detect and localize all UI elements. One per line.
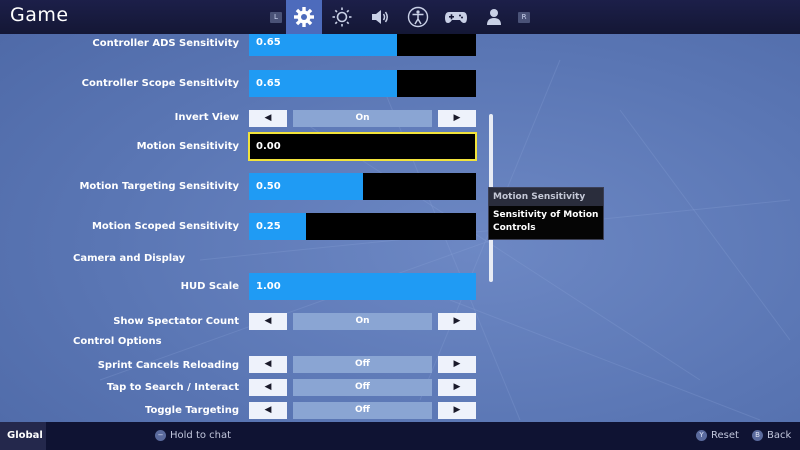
control-options-heading: Control Options	[73, 336, 162, 347]
y-button-icon: Y	[696, 429, 707, 441]
back-label: Back	[767, 430, 792, 441]
person-icon	[487, 9, 501, 25]
slider-value: 0.25	[256, 221, 281, 232]
motion-scoped-label: Motion Scoped Sensitivity	[91, 221, 239, 232]
tab-game-settings[interactable]	[286, 0, 322, 34]
tab-accessibility[interactable]	[400, 0, 436, 34]
chat-button-icon: −	[155, 429, 166, 441]
motion-sensitivity-label: Motion Sensitivity	[136, 141, 239, 152]
hud-scale-label: HUD Scale	[180, 281, 239, 292]
hud-scale-slider[interactable]: 1.00	[249, 273, 476, 300]
gear-icon	[294, 7, 314, 27]
left-bumper-hint: L	[270, 12, 282, 23]
spectator-count-next-button[interactable]: ▶	[438, 313, 476, 330]
sprint-cancels-toggle: ◀ Off ▶	[249, 356, 476, 373]
sprint-cancels-prev-button[interactable]: ◀	[249, 356, 287, 373]
settings-list: Controller ADS Sensitivity 0.65 Controll…	[0, 34, 800, 420]
hold-to-chat-hint[interactable]: − Hold to chat	[155, 422, 231, 450]
tab-account[interactable]	[476, 0, 512, 34]
spectator-count-label: Show Spectator Count	[113, 316, 239, 327]
reset-label: Reset	[711, 430, 739, 441]
brightness-icon	[332, 7, 352, 27]
tab-audio[interactable]	[362, 0, 398, 34]
toggle-targeting-toggle: ◀ Off ▶	[249, 402, 476, 419]
slider-value: 0.00	[256, 141, 281, 152]
camera-display-heading: Camera and Display	[73, 253, 186, 264]
sprint-cancels-next-button[interactable]: ▶	[438, 356, 476, 373]
page-title: Game	[10, 4, 69, 26]
motion-targeting-label: Motion Targeting Sensitivity	[79, 181, 239, 192]
reset-button[interactable]: Y Reset	[696, 422, 739, 450]
motion-sensitivity-slider[interactable]: 0.00	[248, 132, 477, 161]
sprint-cancels-value[interactable]: Off	[293, 356, 432, 373]
setting-tooltip: Motion Sensitivity Sensitivity of Motion…	[488, 187, 604, 240]
invert-view-label: Invert View	[174, 112, 239, 123]
slider-value: 0.65	[256, 37, 281, 48]
tap-to-search-next-button[interactable]: ▶	[438, 379, 476, 396]
tooltip-body: Sensitivity of Motion Controls	[493, 210, 599, 233]
tap-to-search-prev-button[interactable]: ◀	[249, 379, 287, 396]
slider-value: 0.50	[256, 181, 281, 192]
toggle-targeting-label: Toggle Targeting	[144, 405, 239, 416]
sprint-cancels-label: Sprint Cancels Reloading	[97, 360, 239, 371]
top-bar: Game L R	[0, 0, 800, 34]
tab-controller[interactable]	[438, 0, 474, 34]
motion-targeting-slider[interactable]: 0.50	[249, 173, 476, 200]
chat-channel-global[interactable]: Global	[0, 422, 46, 450]
bottom-bar: Global − Hold to chat Y Reset B Back	[0, 422, 800, 450]
invert-view-prev-button[interactable]: ◀	[249, 110, 287, 127]
slider-fill	[249, 273, 476, 300]
tap-to-search-label: Tap to Search / Interact	[106, 382, 239, 393]
tooltip-title: Motion Sensitivity	[489, 188, 603, 206]
scope-sensitivity-slider[interactable]: 0.65	[249, 70, 476, 97]
invert-view-toggle: ◀ On ▶	[249, 110, 476, 127]
scope-sensitivity-label: Controller Scope Sensitivity	[81, 78, 239, 89]
back-button[interactable]: B Back	[752, 422, 791, 450]
spectator-count-toggle: ◀ On ▶	[249, 313, 476, 330]
right-bumper-hint: R	[518, 12, 530, 23]
tap-to-search-toggle: ◀ Off ▶	[249, 379, 476, 396]
invert-view-value[interactable]: On	[293, 110, 432, 127]
ads-sensitivity-slider[interactable]: 0.65	[249, 34, 476, 56]
slider-value: 0.65	[256, 78, 281, 89]
slider-value: 1.00	[256, 281, 281, 292]
tab-video[interactable]	[324, 0, 360, 34]
toggle-targeting-next-button[interactable]: ▶	[438, 402, 476, 419]
hold-to-chat-label: Hold to chat	[170, 430, 232, 441]
invert-view-next-button[interactable]: ▶	[438, 110, 476, 127]
spectator-count-value[interactable]: On	[293, 313, 432, 330]
b-button-icon: B	[752, 429, 763, 441]
ads-sensitivity-label: Controller ADS Sensitivity	[92, 38, 239, 49]
toggle-targeting-prev-button[interactable]: ◀	[249, 402, 287, 419]
gamepad-icon	[445, 12, 467, 23]
toggle-targeting-value[interactable]: Off	[293, 402, 432, 419]
motion-scoped-slider[interactable]: 0.25	[249, 213, 476, 240]
spectator-count-prev-button[interactable]: ◀	[249, 313, 287, 330]
tap-to-search-value[interactable]: Off	[293, 379, 432, 396]
speaker-icon	[372, 10, 388, 24]
accessibility-icon	[407, 6, 429, 28]
